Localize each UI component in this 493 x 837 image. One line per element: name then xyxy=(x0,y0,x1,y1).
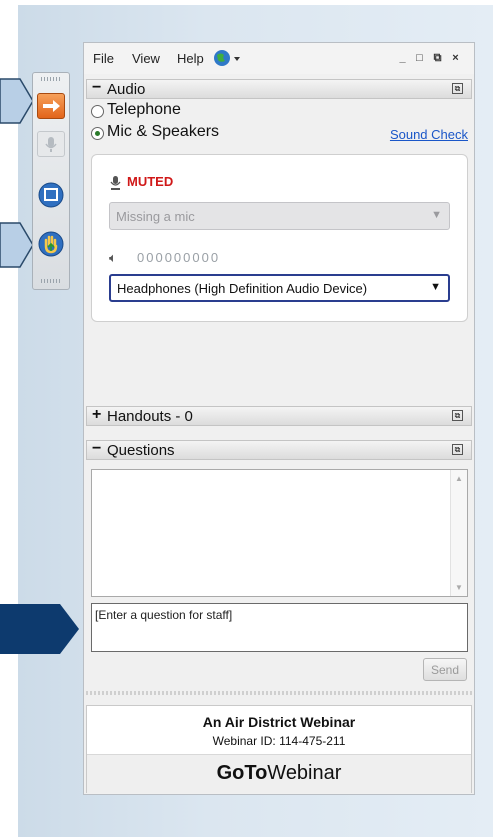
menu-view[interactable]: View xyxy=(132,51,160,66)
popout-icon[interactable]: ⧉ xyxy=(432,53,443,64)
arrow-icon xyxy=(43,100,60,112)
expand-icon[interactable]: + xyxy=(92,406,101,424)
grab-tab-toolbar xyxy=(32,72,70,290)
show-hide-panel-button[interactable] xyxy=(37,93,65,119)
questions-log[interactable]: ▲ ▼ xyxy=(91,469,468,597)
section-divider xyxy=(86,691,472,695)
mic-status-label: MUTED xyxy=(127,174,174,189)
microphone-icon xyxy=(110,176,121,190)
question-input-placeholder: [Enter a question for staff] xyxy=(95,608,233,622)
menu-file[interactable]: File xyxy=(93,51,114,66)
send-button[interactable]: Send xyxy=(423,658,467,681)
popout-section-icon[interactable]: ⧉ xyxy=(452,83,463,94)
question-input[interactable]: [Enter a question for staff] xyxy=(91,603,468,652)
gotowebinar-logo: GoToWebinar xyxy=(87,762,471,785)
menu-help[interactable]: Help xyxy=(177,51,204,66)
mic-device-value: Missing a mic xyxy=(116,209,195,224)
microphone-button[interactable] xyxy=(37,131,65,157)
callout-arrow-middle xyxy=(0,222,34,268)
telephone-label[interactable]: Telephone xyxy=(107,101,181,119)
control-panel-window: File View Help _ □ ⧉ × − Audio ⧉ Telepho… xyxy=(83,42,475,795)
microphone-icon xyxy=(45,137,57,152)
mic-speakers-label[interactable]: Mic & Speakers xyxy=(107,123,219,141)
toolbar-grip-bottom[interactable] xyxy=(41,279,61,283)
chevron-down-icon: ▼ xyxy=(430,281,441,293)
brand-strip: GoToWebinar xyxy=(87,754,471,793)
maximize-icon[interactable]: □ xyxy=(414,53,425,64)
toolbar-grip-top[interactable] xyxy=(41,77,61,81)
speaker-device-select[interactable]: Headphones (High Definition Audio Device… xyxy=(109,274,450,302)
audio-settings-box: MUTED Missing a mic ▼ 🔈︎ 000000000 Headp… xyxy=(91,154,468,322)
mic-device-select[interactable]: Missing a mic ▼ xyxy=(109,202,450,230)
globe-icon[interactable] xyxy=(209,48,243,68)
callout-arrow-bottom xyxy=(0,604,79,654)
webinar-title: An Air District Webinar xyxy=(202,714,356,730)
raise-hand-button[interactable] xyxy=(37,230,65,257)
speaker-device-value: Headphones (High Definition Audio Device… xyxy=(117,281,368,296)
telephone-radio[interactable] xyxy=(91,105,104,118)
brand-bold: GoTo xyxy=(216,762,268,784)
screen-icon xyxy=(38,182,64,208)
popout-section-icon[interactable]: ⧉ xyxy=(452,410,463,421)
audio-header-title: Audio xyxy=(107,81,146,98)
audio-section-header[interactable]: − Audio ⧉ xyxy=(86,79,472,99)
scroll-down-icon[interactable]: ▼ xyxy=(455,583,463,592)
speaker-icon: 🔈︎ xyxy=(109,250,117,265)
chevron-down-icon: ▼ xyxy=(431,209,442,221)
menu-bar: File View Help _ □ ⧉ × xyxy=(84,43,474,74)
scroll-up-icon[interactable]: ▲ xyxy=(455,474,463,483)
handouts-section-header[interactable]: + Handouts - 0 ⧉ xyxy=(86,406,472,426)
webinar-id: Webinar ID: 114-475-211 xyxy=(212,734,346,748)
questions-section-header[interactable]: − Questions ⧉ xyxy=(86,440,472,460)
scrollbar[interactable]: ▲ ▼ xyxy=(450,470,467,596)
mic-speakers-radio[interactable] xyxy=(91,127,104,140)
minimize-icon[interactable]: _ xyxy=(397,53,408,64)
questions-header-title: Questions xyxy=(107,442,175,459)
screen-button[interactable] xyxy=(37,181,65,208)
send-button-label: Send xyxy=(431,663,460,677)
raise-hand-icon xyxy=(38,231,64,257)
speaker-level-meter: 000000000 xyxy=(137,250,221,265)
brand-light: Webinar xyxy=(267,762,342,784)
collapse-icon[interactable]: − xyxy=(92,79,101,97)
collapse-icon[interactable]: − xyxy=(92,440,101,458)
webinar-info-box: An Air District Webinar Webinar ID: 114-… xyxy=(86,705,472,793)
close-icon[interactable]: × xyxy=(450,53,461,64)
handouts-header-title: Handouts - 0 xyxy=(107,408,193,425)
callout-arrow-top xyxy=(0,78,34,124)
sound-check-link[interactable]: Sound Check xyxy=(390,127,468,142)
popout-section-icon[interactable]: ⧉ xyxy=(452,444,463,455)
